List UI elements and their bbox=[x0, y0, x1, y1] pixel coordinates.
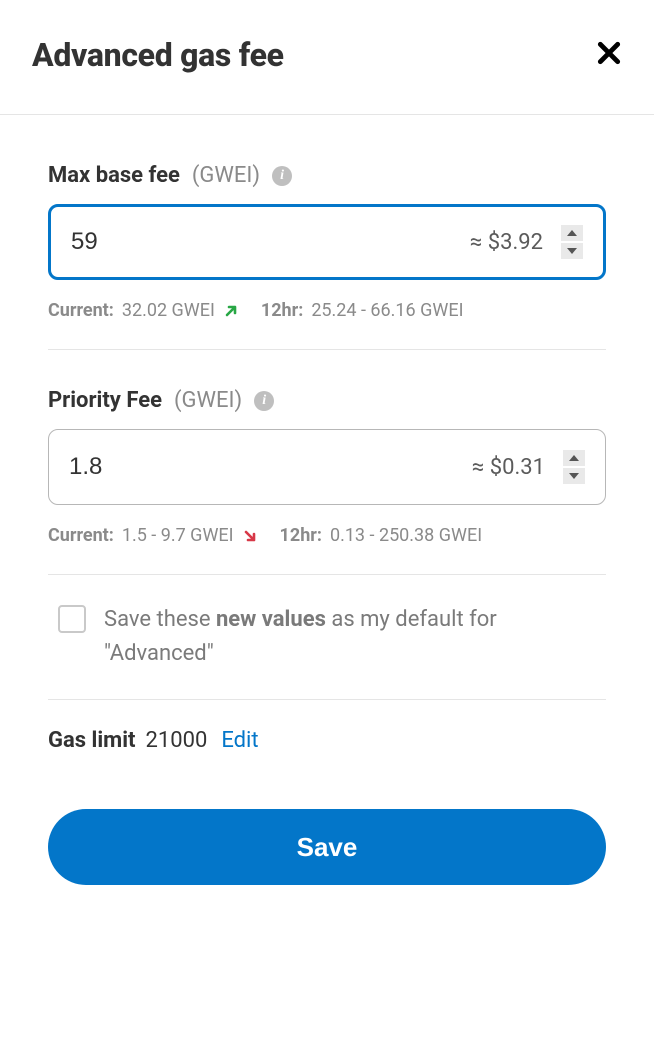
save-default-text-pre: Save these bbox=[104, 607, 216, 632]
save-button[interactable]: Save bbox=[48, 809, 606, 885]
priority-fee-group: Priority Fee (GWEI) i ≈ $0.31 Current: 1… bbox=[48, 388, 606, 546]
step-up-button[interactable] bbox=[561, 225, 583, 241]
modal-header: Advanced gas fee bbox=[0, 0, 654, 115]
save-default-text-bold: new values bbox=[216, 607, 326, 632]
priority-fee-usd: ≈ $0.31 bbox=[472, 455, 545, 480]
page-title: Advanced gas fee bbox=[32, 36, 284, 74]
max-base-fee-12hr: 12hr: 25.24 - 66.16 GWEI bbox=[261, 300, 464, 321]
close-icon bbox=[596, 40, 622, 66]
priority-fee-label: Priority Fee bbox=[48, 388, 162, 413]
max-base-fee-stepper bbox=[561, 225, 583, 259]
save-default-row: Save these new values as my default for … bbox=[48, 603, 606, 671]
priority-fee-current: Current: 1.5 - 9.7 GWEI bbox=[48, 525, 258, 546]
priority-fee-unit: (GWEI) bbox=[174, 388, 242, 413]
max-base-fee-label-row: Max base fee (GWEI) i bbox=[48, 163, 606, 188]
step-down-button[interactable] bbox=[561, 243, 583, 259]
trend-up-icon bbox=[223, 303, 239, 319]
twelvehr-value: 0.13 - 250.38 GWEI bbox=[330, 525, 482, 546]
priority-fee-stepper bbox=[563, 450, 585, 484]
gas-limit-row: Gas limit 21000 Edit bbox=[48, 728, 606, 753]
max-base-fee-input-wrap[interactable]: ≈ $3.92 bbox=[48, 204, 606, 280]
close-button[interactable] bbox=[596, 40, 622, 70]
step-up-button[interactable] bbox=[563, 450, 585, 466]
current-value: 1.5 - 9.7 GWEI bbox=[122, 525, 234, 546]
save-default-checkbox[interactable] bbox=[58, 605, 86, 633]
max-base-fee-label: Max base fee bbox=[48, 163, 180, 188]
twelvehr-label: 12hr: bbox=[280, 525, 322, 546]
max-base-fee-stats: Current: 32.02 GWEI 12hr: 25.24 - 66.16 … bbox=[48, 300, 606, 321]
current-value: 32.02 GWEI bbox=[122, 300, 215, 321]
modal-content: Max base fee (GWEI) i ≈ $3.92 Current: 3… bbox=[0, 115, 654, 885]
priority-fee-stats: Current: 1.5 - 9.7 GWEI 12hr: 0.13 - 250… bbox=[48, 525, 606, 546]
gas-limit-edit-link[interactable]: Edit bbox=[221, 728, 258, 753]
divider bbox=[48, 349, 606, 350]
max-base-fee-input[interactable] bbox=[71, 228, 470, 256]
twelvehr-label: 12hr: bbox=[261, 300, 303, 321]
chevron-down-icon bbox=[568, 472, 580, 480]
twelvehr-value: 25.24 - 66.16 GWEI bbox=[311, 300, 463, 321]
priority-fee-label-row: Priority Fee (GWEI) i bbox=[48, 388, 606, 413]
priority-fee-12hr: 12hr: 0.13 - 250.38 GWEI bbox=[280, 525, 483, 546]
chevron-up-icon bbox=[568, 454, 580, 462]
gas-limit-label: Gas limit bbox=[48, 728, 136, 753]
priority-fee-input-wrap[interactable]: ≈ $0.31 bbox=[48, 429, 606, 505]
chevron-up-icon bbox=[566, 229, 578, 237]
divider bbox=[48, 699, 606, 700]
max-base-fee-current: Current: 32.02 GWEI bbox=[48, 300, 239, 321]
trend-down-icon bbox=[242, 528, 258, 544]
save-default-text: Save these new values as my default for … bbox=[104, 603, 596, 671]
step-down-button[interactable] bbox=[563, 468, 585, 484]
chevron-down-icon bbox=[566, 247, 578, 255]
priority-fee-input[interactable] bbox=[69, 453, 472, 481]
gas-limit-value: 21000 bbox=[146, 728, 208, 753]
current-label: Current: bbox=[48, 525, 114, 546]
info-icon[interactable]: i bbox=[272, 166, 292, 186]
info-icon[interactable]: i bbox=[254, 391, 274, 411]
current-label: Current: bbox=[48, 300, 114, 321]
divider bbox=[48, 574, 606, 575]
max-base-fee-group: Max base fee (GWEI) i ≈ $3.92 Current: 3… bbox=[48, 163, 606, 321]
max-base-fee-usd: ≈ $3.92 bbox=[470, 230, 543, 255]
max-base-fee-unit: (GWEI) bbox=[192, 163, 260, 188]
